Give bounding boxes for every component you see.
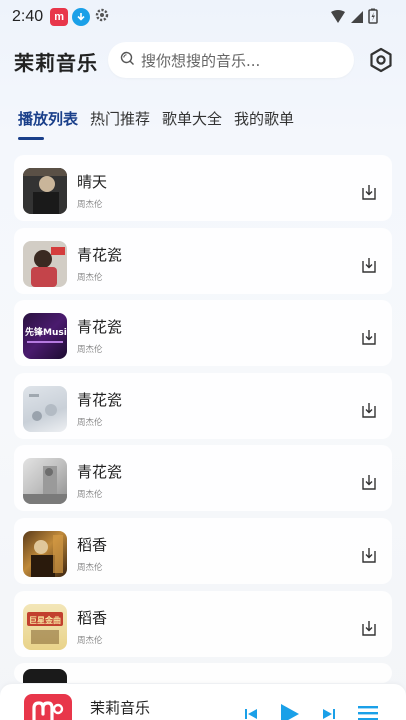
playlist-icon: [358, 706, 378, 720]
song-title: 青花瓷: [77, 245, 123, 264]
song-row[interactable]: 稻香 周杰伦: [14, 517, 392, 584]
tab-my-playlist[interactable]: 我的歌单: [234, 108, 294, 129]
song-artist: 周杰伦: [77, 345, 103, 356]
download-button[interactable]: [360, 619, 378, 637]
song-title: 青花瓷: [77, 318, 123, 337]
album-cover: [23, 530, 67, 577]
app-notification-icon: m: [50, 8, 69, 26]
song-row[interactable]: 先锋Music 青花瓷 周杰伦: [14, 300, 392, 367]
song-list: 晴天 周杰伦 青花瓷 周杰伦 先锋Music 青花瓷 周杰伦 青花瓷 周杰伦: [14, 155, 392, 684]
album-cover: [23, 240, 67, 287]
player-title: 茉莉音乐: [90, 699, 151, 717]
song-artist: 周杰伦: [77, 272, 103, 283]
song-title: 稻香: [77, 535, 108, 554]
cover-badge-text: 先锋Music: [25, 326, 67, 338]
download-button[interactable]: [360, 328, 378, 346]
song-row-partial[interactable]: [14, 663, 392, 684]
wifi-icon: [330, 9, 346, 28]
download-icon: [362, 257, 376, 273]
song-row[interactable]: 青花瓷 周杰伦: [14, 372, 392, 439]
app-notification-icon-letter: m: [54, 11, 65, 23]
song-title: 晴天: [77, 173, 108, 191]
download-icon: [362, 402, 376, 418]
song-artist: 周杰伦: [77, 562, 103, 573]
search-icon: [120, 51, 135, 70]
album-cover: 先锋Music: [23, 313, 67, 360]
play-icon: [281, 704, 299, 720]
search-placeholder: 搜你想搜的音乐...: [141, 51, 261, 70]
download-button[interactable]: [360, 473, 378, 491]
download-icon: [362, 620, 376, 636]
song-artist: 周杰伦: [77, 635, 103, 646]
play-button[interactable]: [278, 702, 302, 720]
battery-icon: [368, 8, 378, 28]
download-icon: [362, 185, 376, 200]
album-cover: [23, 168, 67, 214]
status-bar: 2:40 m: [0, 0, 406, 34]
player-app-logo: [24, 694, 72, 720]
playlist-button[interactable]: [358, 704, 378, 720]
status-indicators: [330, 8, 378, 28]
download-icon: [362, 475, 376, 491]
mini-player[interactable]: 茉莉音乐: [0, 684, 406, 720]
song-title: 稻香: [77, 608, 108, 627]
skip-next-icon: [323, 709, 335, 719]
tab-bar: 播放列表 热门推荐 歌单大全 我的歌单: [18, 108, 294, 129]
hexagon-settings-icon: [370, 47, 392, 73]
album-cover: 巨星金曲: [23, 603, 67, 650]
song-row[interactable]: 青花瓷 周杰伦: [14, 445, 392, 512]
download-button[interactable]: [360, 256, 378, 274]
song-row[interactable]: 青花瓷 周杰伦: [14, 227, 392, 294]
song-artist: 周杰伦: [77, 417, 103, 428]
song-title: 青花瓷: [77, 390, 123, 409]
album-cover: [23, 385, 67, 432]
app-logo-icon: [32, 701, 64, 720]
song-artist: 周杰伦: [77, 200, 103, 210]
tab-active-indicator: [18, 137, 44, 140]
app-title: 茉莉音乐: [14, 51, 98, 75]
download-button[interactable]: [360, 401, 378, 419]
song-row[interactable]: 晴天 周杰伦: [14, 155, 392, 221]
search-input[interactable]: 搜你想搜的音乐...: [108, 42, 354, 78]
tab-hot-recommend[interactable]: 热门推荐: [90, 108, 150, 129]
download-button[interactable]: [360, 183, 378, 201]
tab-playlist[interactable]: 播放列表: [18, 108, 78, 129]
song-title: 青花瓷: [77, 463, 123, 482]
album-cover: [23, 669, 67, 684]
album-cover: [23, 458, 67, 505]
status-time: 2:40: [12, 8, 44, 25]
gear-status-icon: [94, 7, 110, 27]
signal-icon: [350, 9, 364, 28]
song-row[interactable]: 巨星金曲 稻香 周杰伦: [14, 590, 392, 657]
download-button[interactable]: [360, 546, 378, 564]
previous-button[interactable]: [244, 706, 258, 720]
header: 茉莉音乐 搜你想搜的音乐...: [0, 40, 406, 80]
cover-banner-text: 巨星金曲: [29, 615, 61, 625]
tab-playlist-collection[interactable]: 歌单大全: [162, 108, 222, 129]
download-notification-icon: [72, 8, 91, 26]
skip-previous-icon: [245, 709, 257, 719]
download-icon: [362, 547, 376, 563]
settings-button[interactable]: [368, 47, 394, 73]
song-artist: 周杰伦: [77, 490, 103, 501]
download-icon: [362, 330, 376, 345]
next-button[interactable]: [322, 706, 336, 720]
